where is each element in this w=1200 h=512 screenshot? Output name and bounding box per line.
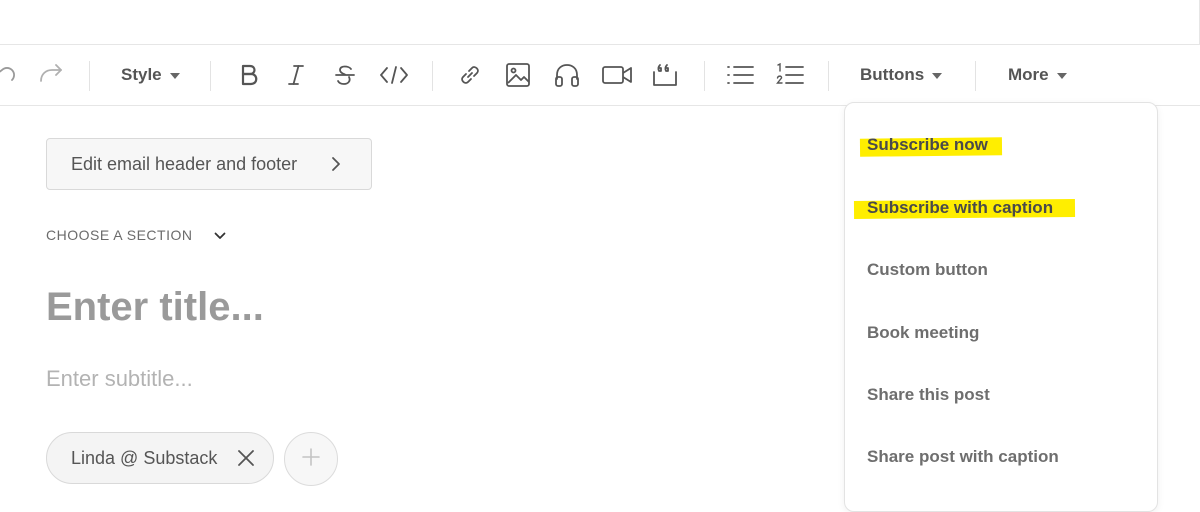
menu-item-custom-button[interactable]: Custom button [867, 260, 988, 280]
menu-item-share-post-with-caption[interactable]: Share post with caption [867, 447, 1059, 467]
audio-icon[interactable] [552, 45, 582, 105]
toolbar-separator [828, 61, 829, 91]
more-dropdown-label: More [1008, 65, 1049, 84]
menu-item-subscribe-now[interactable]: Subscribe now [867, 135, 988, 155]
toolbar-separator [704, 61, 705, 91]
title-input[interactable]: Enter title... [46, 285, 746, 330]
toolbar-separator [210, 61, 211, 91]
author-chip: Linda @ Substack [46, 432, 274, 484]
close-icon[interactable] [237, 449, 255, 472]
subtitle-input[interactable]: Enter subtitle... [46, 366, 746, 392]
more-dropdown[interactable]: More [1008, 45, 1067, 105]
buttons-dropdown[interactable]: Buttons [860, 45, 943, 105]
plus-icon [301, 447, 321, 472]
link-icon[interactable] [456, 45, 484, 105]
choose-section-label: CHOOSE A SECTION [46, 227, 193, 243]
menu-item-subscribe-with-caption[interactable]: Subscribe with caption [867, 198, 1053, 218]
top-bar [0, 0, 1200, 44]
redo-icon[interactable] [36, 45, 66, 105]
chevron-down-icon [214, 227, 226, 243]
menu-item-book-meeting[interactable]: Book meeting [867, 323, 979, 343]
caret-down-icon [169, 73, 180, 79]
image-icon[interactable] [504, 45, 532, 105]
bullet-list-icon[interactable] [724, 45, 756, 105]
style-dropdown[interactable]: Style [121, 45, 180, 105]
edit-email-header-footer-label: Edit email header and footer [71, 153, 298, 174]
bold-icon[interactable] [236, 45, 262, 105]
edit-email-header-footer-button[interactable]: Edit email header and footer [46, 138, 372, 190]
menu-item-share-this-post[interactable]: Share this post [867, 385, 990, 405]
blockquote-icon[interactable] [650, 45, 680, 105]
toolbar-separator [432, 61, 433, 91]
author-chip-label: Linda @ Substack [71, 447, 218, 468]
strikethrough-icon[interactable] [332, 45, 358, 105]
italic-icon[interactable] [283, 45, 309, 105]
buttons-dropdown-menu: Subscribe now Subscribe with caption Cus… [844, 102, 1158, 512]
toolbar-separator [89, 61, 90, 91]
caret-down-icon [1056, 73, 1067, 79]
numbered-list-icon[interactable] [774, 45, 806, 105]
undo-icon[interactable] [0, 45, 18, 105]
video-icon[interactable] [600, 45, 634, 105]
toolbar-separator [975, 61, 976, 91]
caret-down-icon [932, 73, 943, 79]
chevron-right-icon [331, 156, 341, 177]
choose-section-dropdown[interactable]: CHOOSE A SECTION [46, 225, 226, 245]
style-dropdown-label: Style [121, 65, 162, 84]
add-author-button[interactable] [284, 432, 338, 486]
code-icon[interactable] [378, 45, 410, 105]
editor-toolbar: Style Buttons More [0, 44, 1200, 106]
buttons-dropdown-label: Buttons [860, 65, 925, 84]
